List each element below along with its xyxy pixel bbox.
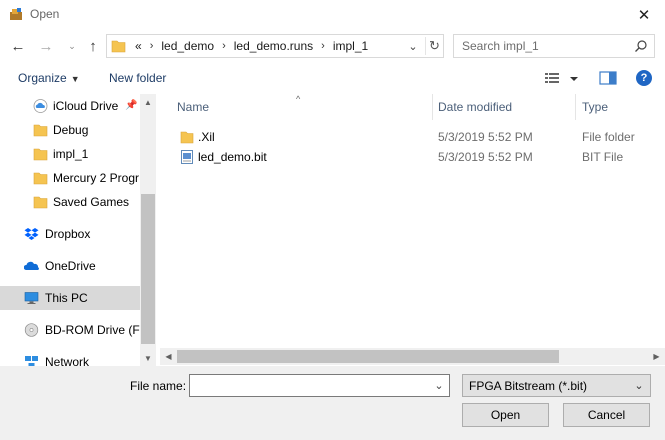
details-view-icon <box>545 73 559 83</box>
sidebar-item-label: impl_1 <box>53 147 89 161</box>
dialog-footer: File name: ⌄ FPGA Bitstream (*.bit) ⌄ Op… <box>0 366 665 440</box>
help-button[interactable]: ? <box>636 70 652 86</box>
address-history-dropdown[interactable]: ⌄ <box>405 38 421 54</box>
sidebar-item-label: Mercury 2 Progr <box>53 171 140 185</box>
new-folder-button[interactable]: New folder <box>109 71 166 85</box>
address-bar[interactable]: « › led_demo › led_demo.runs › impl_1 ⌄ … <box>106 34 444 58</box>
file-type: BIT File <box>582 150 624 164</box>
search-icon[interactable] <box>634 39 648 53</box>
sidebar-item-label: Network <box>45 355 90 366</box>
sidebar-item-mercury-2[interactable]: Mercury 2 Progr <box>0 166 140 190</box>
column-header-name[interactable]: Name <box>177 94 209 120</box>
scroll-down-arrow-icon[interactable]: ▼ <box>140 350 156 366</box>
sidebar-item-label: Dropbox <box>45 227 91 241</box>
sidebar-item-label: Debug <box>53 123 89 137</box>
this-pc-icon <box>24 292 39 304</box>
sidebar-item-saved-games[interactable]: Saved Games <box>0 190 140 214</box>
change-view-button[interactable] <box>545 71 581 87</box>
file-type: File folder <box>582 130 635 144</box>
title-bar: Open ✕ <box>0 0 665 30</box>
sidebar-item-label: iCloud Drive <box>53 99 119 113</box>
organize-menu-button[interactable]: Organize ▼ <box>18 71 80 85</box>
scrollbar-thumb[interactable] <box>141 194 155 344</box>
app-icon <box>10 8 22 20</box>
preview-pane-icon <box>599 71 617 85</box>
sidebar-item-this-pc[interactable]: This PC <box>0 286 140 310</box>
sidebar-item-label: BD-ROM Drive (F: <box>45 323 140 337</box>
file-list: ^ Name Date modified Type .Xil 5/3/2019 … <box>160 94 665 366</box>
onedrive-icon <box>24 261 39 270</box>
file-date-modified: 5/3/2019 5:52 PM <box>438 130 533 144</box>
sidebar-item-dropbox[interactable]: Dropbox <box>0 222 140 246</box>
breadcrumb-led-demo[interactable]: led_demo <box>161 39 214 53</box>
breadcrumb-led-demo-runs[interactable]: led_demo.runs <box>234 39 313 53</box>
column-header-type[interactable]: Type <box>582 94 608 120</box>
file-type-select[interactable]: FPGA Bitstream (*.bit) ⌄ <box>462 374 651 397</box>
breadcrumb-impl-1[interactable]: impl_1 <box>333 39 368 53</box>
chevron-down-icon <box>570 77 578 81</box>
file-name-label: File name: <box>130 379 187 393</box>
column-divider[interactable] <box>432 94 433 120</box>
file-name-field[interactable]: ⌄ <box>189 374 450 397</box>
breadcrumb-separator[interactable]: › <box>222 40 226 52</box>
sidebar-item-label: This PC <box>45 291 88 305</box>
sidebar-item-network[interactable]: Network <box>0 350 140 366</box>
scroll-left-arrow-icon[interactable]: ◀ <box>160 348 177 365</box>
icloud-icon <box>33 99 48 113</box>
breadcrumb: « › led_demo › led_demo.runs › impl_1 <box>135 39 368 53</box>
sidebar-item-label: OneDrive <box>45 259 96 273</box>
chevron-down-icon: ⌄ <box>634 380 644 392</box>
folder-icon <box>111 40 126 53</box>
dropbox-icon <box>24 228 39 240</box>
file-type-value: FPGA Bitstream (*.bit) <box>469 379 588 393</box>
file-date-modified: 5/3/2019 5:52 PM <box>438 150 533 164</box>
breadcrumb-separator[interactable]: › <box>321 40 325 52</box>
network-icon <box>25 356 38 366</box>
search-placeholder: Search impl_1 <box>462 39 539 53</box>
open-button[interactable]: Open <box>462 403 549 427</box>
file-icon <box>181 150 193 164</box>
search-input[interactable]: Search impl_1 <box>453 34 655 58</box>
cancel-button[interactable]: Cancel <box>563 403 650 427</box>
sidebar-item-impl-1[interactable]: impl_1 <box>0 142 140 166</box>
folder-icon <box>33 196 48 209</box>
pin-icon[interactable]: 📌 <box>125 100 137 111</box>
file-name: led_demo.bit <box>198 150 267 164</box>
sidebar-item-label: Saved Games <box>53 195 130 209</box>
sidebar-item-onedrive[interactable]: OneDrive <box>0 254 140 278</box>
scrollbar-thumb[interactable] <box>177 350 559 363</box>
folder-icon <box>33 124 48 137</box>
close-button[interactable]: ✕ <box>632 3 656 27</box>
folder-icon <box>180 131 194 144</box>
column-divider[interactable] <box>575 94 576 120</box>
file-row-xil[interactable]: .Xil 5/3/2019 5:52 PM File folder <box>160 127 665 147</box>
horizontal-scrollbar[interactable]: ◀ ▶ <box>160 348 665 365</box>
folder-icon <box>33 172 48 185</box>
up-button[interactable]: ↑ <box>83 36 103 56</box>
sidebar-item-debug[interactable]: Debug <box>0 118 140 142</box>
organize-label: Organize <box>18 71 67 85</box>
column-header-date-modified[interactable]: Date modified <box>438 94 512 120</box>
sidebar-item-bd-rom-drive[interactable]: BD-ROM Drive (F: <box>0 318 140 342</box>
refresh-button[interactable]: ↻ <box>425 37 443 55</box>
back-button[interactable]: ← <box>8 36 28 56</box>
preview-pane-button[interactable] <box>599 70 617 86</box>
window-title: Open <box>30 7 60 21</box>
sidebar-item-icloud-drive[interactable]: iCloud Drive 📌 <box>0 94 140 118</box>
breadcrumb-overflow[interactable]: « <box>135 39 142 53</box>
breadcrumb-separator[interactable]: › <box>150 40 154 52</box>
forward-button[interactable]: → <box>36 36 56 56</box>
disc-drive-icon <box>24 323 39 337</box>
chevron-down-icon: ▼ <box>70 74 80 84</box>
navigation-pane-scrollbar[interactable]: ▲ ▼ <box>140 94 156 366</box>
chevron-down-icon[interactable]: ⌄ <box>432 378 446 393</box>
scroll-up-arrow-icon[interactable]: ▲ <box>140 94 156 110</box>
file-row-led-demo-bit[interactable]: led_demo.bit 5/3/2019 5:52 PM BIT File <box>160 147 665 167</box>
folder-icon <box>33 148 48 161</box>
sort-ascending-icon: ^ <box>296 94 301 104</box>
scroll-right-arrow-icon[interactable]: ▶ <box>648 348 665 365</box>
recent-locations-button[interactable]: ⌄ <box>62 36 82 56</box>
file-name: .Xil <box>198 130 215 144</box>
navigation-pane: iCloud Drive 📌 Debug impl_1 Mercury 2 Pr… <box>0 94 156 366</box>
